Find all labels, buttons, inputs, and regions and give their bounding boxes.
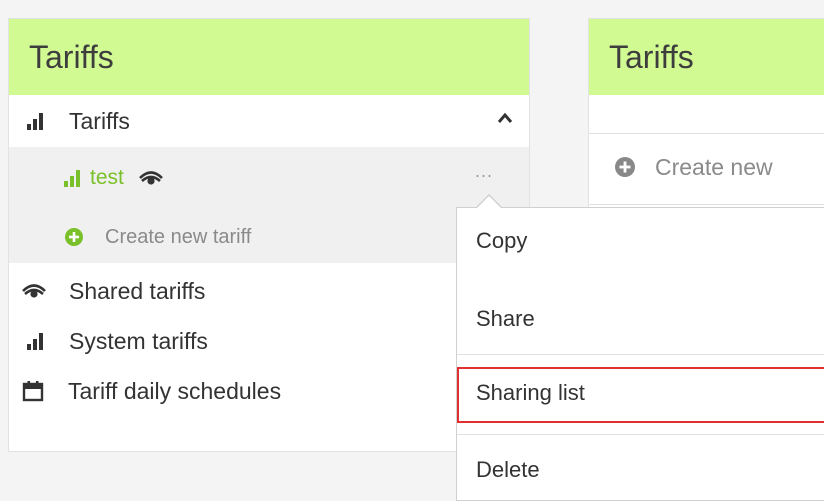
menu-item-share[interactable]: Share — [476, 306, 535, 332]
sidebar-item-label: System tariffs — [69, 327, 208, 354]
calendar-icon — [22, 380, 44, 402]
create-tariff-button[interactable]: Create new tariff — [9, 215, 529, 259]
divider — [589, 204, 824, 205]
bar-chart-icon — [23, 112, 47, 130]
sidebar-item-daily-schedules[interactable]: Tariff daily schedules — [9, 369, 529, 413]
bar-chart-icon — [62, 169, 82, 187]
chevron-up-icon[interactable] — [497, 112, 513, 124]
menu-item-copy[interactable]: Copy — [476, 228, 527, 254]
tariffs-group-header[interactable]: Tariffs — [9, 95, 529, 147]
eye-icon — [138, 169, 164, 187]
sidebar-item-label: Tariff daily schedules — [68, 377, 282, 404]
plus-circle-icon — [615, 157, 635, 177]
menu-caret-fill — [477, 196, 501, 208]
eye-icon — [21, 282, 47, 300]
menu-divider — [457, 354, 824, 355]
create-new-label: Create new — [655, 153, 773, 180]
tariffs-panel: Tariffs Tariffs test ... Create new tari… — [8, 18, 530, 452]
menu-divider — [457, 434, 824, 435]
create-new-button[interactable]: Create new — [589, 145, 824, 189]
tariff-item-label: test — [90, 166, 124, 189]
divider — [589, 133, 824, 134]
menu-item-sharing-list[interactable]: Sharing list — [476, 380, 585, 406]
context-menu: Copy Share Sharing list Delete — [456, 207, 824, 501]
bar-chart-icon — [23, 332, 47, 350]
more-options-button[interactable]: ... — [475, 161, 493, 182]
sidebar-item-shared-tariffs[interactable]: Shared tariffs — [9, 269, 529, 313]
tariff-item-test[interactable]: test ... — [9, 151, 529, 205]
panel-title: Tariffs — [9, 19, 529, 95]
tariffs-group-label: Tariffs — [69, 107, 130, 134]
panel-title: Tariffs — [589, 19, 824, 95]
menu-item-delete[interactable]: Delete — [476, 457, 540, 483]
sidebar-item-label: Shared tariffs — [69, 277, 206, 304]
create-tariff-label: Create new tariff — [105, 225, 252, 248]
plus-circle-icon — [65, 228, 83, 246]
sidebar-item-system-tariffs[interactable]: System tariffs — [9, 319, 529, 363]
